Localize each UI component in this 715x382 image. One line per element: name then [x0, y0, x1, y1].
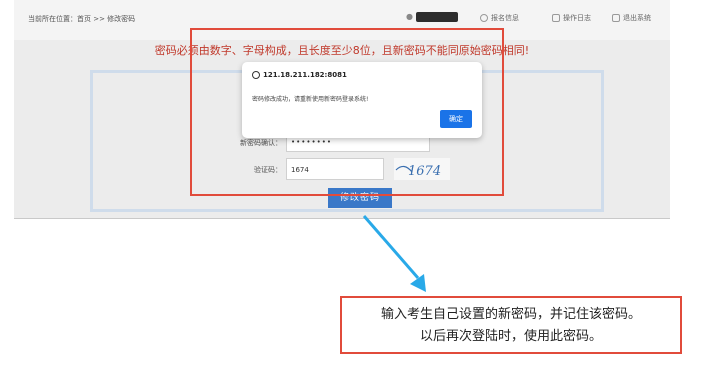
log-icon [552, 14, 560, 22]
screenshot-region: 当前所在位置：首页 >> 修改密码 ● 报名信息 操作日志 退出系统 密码必须由… [14, 0, 670, 219]
nav-report-info-label: 报名信息 [491, 14, 519, 22]
info-icon [480, 14, 488, 22]
nav-operation-log-label: 操作日志 [563, 14, 591, 22]
breadcrumb: 当前所在位置：首页 >> 修改密码 [28, 15, 136, 23]
callout-line-1: 输入考生自己设置的新密码，并记住该密码。 [380, 307, 641, 322]
nav-logout-label: 退出系统 [623, 14, 651, 22]
username-redacted [416, 12, 458, 22]
nav-logout[interactable]: 退出系统 [612, 13, 651, 23]
pointer-arrow [362, 215, 426, 292]
nav-operation-log[interactable]: 操作日志 [552, 13, 591, 23]
instruction-callout: 输入考生自己设置的新密码，并记住该密码。 以后再次登陆时，使用此密码。 [340, 296, 682, 354]
logout-icon [612, 14, 620, 22]
nav-report-info[interactable]: 报名信息 [480, 13, 519, 23]
highlight-frame [190, 28, 504, 196]
user-icon: ● [406, 12, 413, 21]
callout-line-2: 以后再次登陆时，使用此密码。 [419, 329, 602, 344]
